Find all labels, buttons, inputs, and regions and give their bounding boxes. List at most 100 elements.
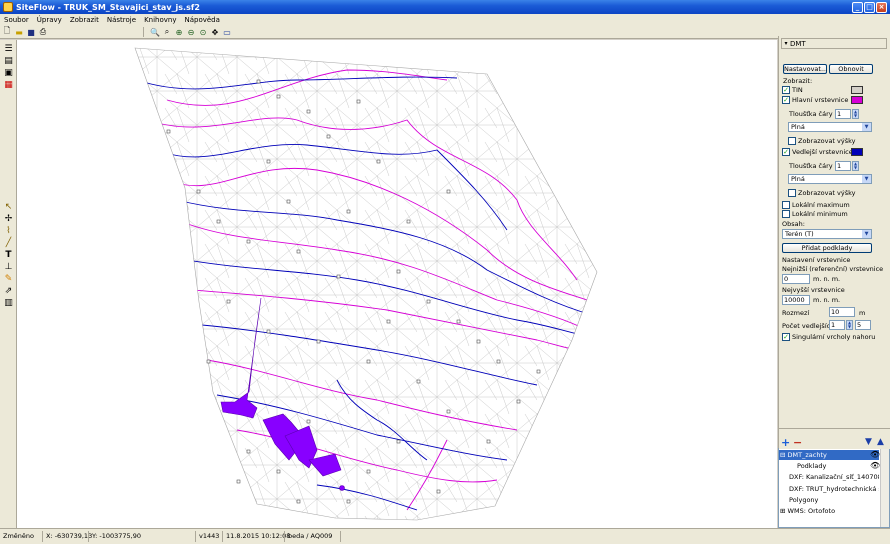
layers-scrollbar[interactable] <box>880 449 889 527</box>
minimize-button[interactable]: _ <box>852 1 863 13</box>
menu-soubor[interactable]: Soubor <box>0 16 33 24</box>
map-canvas[interactable] <box>17 40 777 528</box>
app-icon <box>3 2 13 12</box>
zoom-window-icon[interactable]: ⌕ <box>162 27 172 37</box>
highest-contour-input[interactable]: 10000 <box>782 295 810 305</box>
content-select[interactable]: Terén (T) ▼ <box>782 229 872 239</box>
line-tool-icon[interactable]: ╱ <box>3 238 14 248</box>
move-down-icon[interactable]: ▼ <box>865 437 872 448</box>
export-icon[interactable]: ▦ <box>3 80 14 90</box>
layers-panel-icon[interactable]: ☰ <box>3 44 14 54</box>
minor-line-width-stepper[interactable]: ▲ ▼ <box>852 161 859 171</box>
remove-layer-icon[interactable]: − <box>793 437 802 448</box>
measure-icon[interactable]: ▭ <box>222 27 232 37</box>
menu-bar: Soubor Úpravy Zobrazit Nástroje Knihovny… <box>0 14 890 26</box>
spacing-unit-label: m <box>859 309 866 317</box>
status-x-coordinate: X: -630739,13 <box>46 532 93 540</box>
main-show-heights-checkbox[interactable] <box>788 137 796 145</box>
zoom-icon[interactable]: 🔍 <box>150 27 160 37</box>
local-max-checkbox[interactable] <box>782 201 790 209</box>
layer-row[interactable]: Polygony <box>779 495 879 505</box>
map-icon[interactable]: ▣ <box>3 68 14 78</box>
properties-icon[interactable]: ▤ <box>3 56 14 66</box>
collapse-chevron-icon[interactable]: ▾ <box>782 40 790 47</box>
zoom-all-icon[interactable]: ⊙ <box>198 27 208 37</box>
left-tool-strip: ☰ ▤ ▣ ▦ ↖ ✢ ⌇ ╱ T ⊥ ✎ ⇗ ▥ <box>0 40 17 528</box>
panel-title-bar[interactable]: ▾ DMT <box>781 38 887 49</box>
pan-icon[interactable]: ✥ <box>210 27 220 37</box>
status-user: beda / AQ009 <box>288 532 333 540</box>
status-y-coordinate: Y: -1003775,90 <box>92 532 141 540</box>
spacing-input[interactable]: 10 <box>829 307 855 317</box>
expand-icon[interactable]: ⊞ <box>780 507 785 515</box>
tin-color-swatch[interactable] <box>851 86 863 94</box>
main-show-heights-label: Zobrazovat výšky <box>798 137 856 145</box>
main-contours-color-swatch[interactable] <box>851 96 863 104</box>
move-tool-icon[interactable]: ✢ <box>3 214 14 224</box>
main-line-width-input[interactable]: 1 <box>835 109 851 119</box>
minor-contours-color-swatch[interactable] <box>851 148 863 156</box>
minor-count-extra-input[interactable]: 5 <box>855 320 871 330</box>
close-button[interactable]: × <box>876 1 887 13</box>
zoom-in-icon[interactable]: ⊕ <box>174 27 184 37</box>
menu-nastroje[interactable]: Nástroje <box>103 16 140 24</box>
dimension-tool-icon[interactable]: ⊥ <box>3 262 14 272</box>
hatch-tool-icon[interactable]: ▥ <box>3 298 14 308</box>
minor-show-heights-checkbox[interactable] <box>788 189 796 197</box>
lowest-unit-label: m. n. m. <box>813 275 841 283</box>
chevron-down-icon: ▼ <box>862 123 871 131</box>
content-label: Obsah: <box>782 220 805 228</box>
layer-row[interactable]: DXF: Kanalizační_síť_140708_... <box>779 472 879 482</box>
tin-contour-map <box>134 47 598 521</box>
tin-checkbox[interactable]: ✓ <box>782 86 790 94</box>
status-version: v1443 <box>199 532 220 540</box>
new-file-icon[interactable]: 🗋 <box>2 26 12 37</box>
zoom-out-icon[interactable]: ⊖ <box>186 27 196 37</box>
expand-icon[interactable]: ⊟ <box>780 451 785 459</box>
layer-row[interactable]: ⊟ DMT_zachty <box>779 450 879 460</box>
minor-line-style-select[interactable]: Plná ▼ <box>788 174 872 184</box>
contour-settings-label: Nastavení vrstevnice <box>782 256 851 264</box>
menu-upravy[interactable]: Úpravy <box>33 16 66 24</box>
add-base-button[interactable]: Přidat podklady <box>782 243 872 253</box>
symbol-tool-icon[interactable]: ✎ <box>3 274 14 284</box>
minor-contours-checkbox[interactable]: ✓ <box>782 148 790 156</box>
minor-line-width-input[interactable]: 1 <box>835 161 851 171</box>
refresh-button[interactable]: Obnovit <box>829 64 873 74</box>
layer-row[interactable]: ⊞ WMS: Ortofoto <box>779 506 879 516</box>
select-tool-icon[interactable]: ↖ <box>3 202 14 212</box>
singular-vertices-label: Singulární vrcholy nahoru <box>792 333 876 341</box>
minor-count-label: Počet vedlejších <box>782 322 835 330</box>
minor-count-stepper[interactable]: ▲ ▼ <box>846 320 853 330</box>
menu-zobrazit[interactable]: Zobrazit <box>66 16 103 24</box>
print-icon[interactable]: ⎙ <box>38 27 48 37</box>
main-line-style-select[interactable]: Plná ▼ <box>788 122 872 132</box>
toolbar: 🗋 ▬ ■ ⎙ 🔍 ⌕ ⊕ ⊖ ⊙ ✥ ▭ <box>0 26 890 39</box>
polyline-tool-icon[interactable]: ⌇ <box>3 226 14 236</box>
layers-list: + − ▼ ▲ ⊟ DMT_zachty Podklady DXF: Kanal… <box>778 437 890 528</box>
move-up-icon[interactable]: ▲ <box>877 437 884 448</box>
lowest-contour-input[interactable]: 0 <box>782 274 810 284</box>
title-bar: SiteFlow - TRUK_SM_Stavajici_stav_js.sf2… <box>0 0 890 14</box>
local-min-checkbox[interactable] <box>782 210 790 218</box>
maximize-button[interactable]: □ <box>864 1 875 13</box>
layer-row[interactable]: Podklady <box>779 461 879 471</box>
panel-divider <box>779 428 890 429</box>
text-tool-icon[interactable]: T <box>3 250 14 260</box>
layer-row[interactable]: DXF: TRUT_hydrotechnická s... <box>779 484 879 494</box>
main-line-width-stepper[interactable]: ▲ ▼ <box>852 109 859 119</box>
add-layer-icon[interactable]: + <box>781 437 790 448</box>
minor-count-input[interactable]: 1 <box>829 320 845 330</box>
status-divider <box>340 531 341 542</box>
singular-vertices-checkbox[interactable]: ✓ <box>782 333 790 341</box>
setup-button[interactable]: Nastavovat... <box>783 64 827 74</box>
eye-icon[interactable]: 👁 <box>870 450 880 459</box>
menu-napoveda[interactable]: Nápověda <box>180 16 223 24</box>
save-icon[interactable]: ■ <box>26 27 36 37</box>
open-folder-icon[interactable]: ▬ <box>14 27 24 37</box>
eye-icon[interactable]: 👁 <box>870 461 880 470</box>
show-label: Zobrazit: <box>783 77 813 85</box>
main-contours-checkbox[interactable]: ✓ <box>782 96 790 104</box>
menu-knihovny[interactable]: Knihovny <box>140 16 180 24</box>
arrow-tool-icon[interactable]: ⇗ <box>3 286 14 296</box>
